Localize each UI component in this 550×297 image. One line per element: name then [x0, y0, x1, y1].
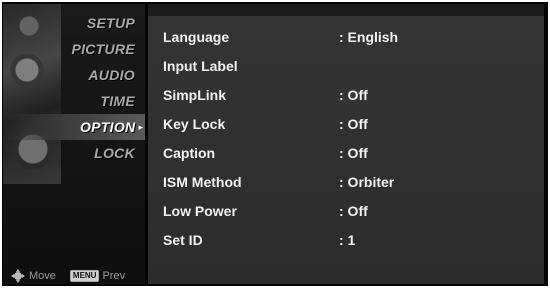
setting-row-caption[interactable]: Caption : Off [163, 142, 368, 164]
setting-value: : Off [339, 203, 368, 219]
sidebar-item-picture[interactable]: PICTURE [3, 36, 145, 62]
option-settings-panel: Language : English Input Label SimpLink … [148, 16, 544, 284]
setting-row-language[interactable]: Language : English [163, 26, 398, 48]
sidebar-item-label: OPTION [79, 119, 136, 135]
setting-value: : English [339, 29, 399, 45]
move-icon [11, 269, 25, 283]
sidebar-item-label: LOCK [94, 145, 135, 161]
setting-row-set-id[interactable]: Set ID : 1 [163, 229, 355, 251]
prev-hint-label: Prev [102, 270, 126, 282]
setting-value: : Off [339, 145, 368, 161]
setting-label: Set ID [163, 232, 203, 248]
sidebar-footer: Move MENU Prev [11, 269, 125, 283]
setting-label: Caption [163, 145, 216, 161]
setting-row-input-label[interactable]: Input Label [163, 55, 339, 77]
sidebar-item-label: PICTURE [71, 41, 135, 57]
setting-row-key-lock[interactable]: Key Lock : Off [163, 113, 368, 135]
sidebar-item-time[interactable]: TIME [3, 88, 145, 114]
chevron-right-icon: ▸ [138, 121, 143, 132]
move-hint-label: Move [29, 270, 56, 282]
sidebar-item-setup[interactable]: SETUP [3, 10, 145, 36]
panel-top-strip [148, 4, 544, 16]
sidebar-item-label: SETUP [86, 15, 135, 31]
setting-value: : Off [339, 116, 368, 132]
setting-label: Low Power [163, 203, 237, 219]
menu-button-icon: MENU [69, 270, 100, 282]
setting-label: Language [163, 29, 230, 45]
sidebar-item-label: TIME [100, 93, 135, 109]
setting-value: : Orbiter [339, 174, 395, 190]
setting-value: : 1 [339, 232, 356, 248]
sidebar-item-lock[interactable]: LOCK [3, 140, 145, 166]
setting-label: Key Lock [163, 116, 226, 132]
setting-value: : Off [339, 87, 368, 103]
setting-label: ISM Method [163, 174, 242, 190]
sidebar: SETUP PICTURE AUDIO TIME OPTION ▸ LOCK M… [3, 4, 145, 284]
setting-label: SimpLink [163, 87, 227, 103]
setting-row-low-power[interactable]: Low Power : Off [163, 200, 368, 222]
sidebar-item-option[interactable]: OPTION ▸ [3, 114, 145, 140]
sidebar-item-label: AUDIO [88, 67, 135, 83]
setting-row-ism-method[interactable]: ISM Method : Orbiter [163, 171, 394, 193]
setting-row-simplink[interactable]: SimpLink : Off [163, 84, 368, 106]
sidebar-item-audio[interactable]: AUDIO [3, 62, 145, 88]
setting-label: Input Label [163, 58, 238, 74]
